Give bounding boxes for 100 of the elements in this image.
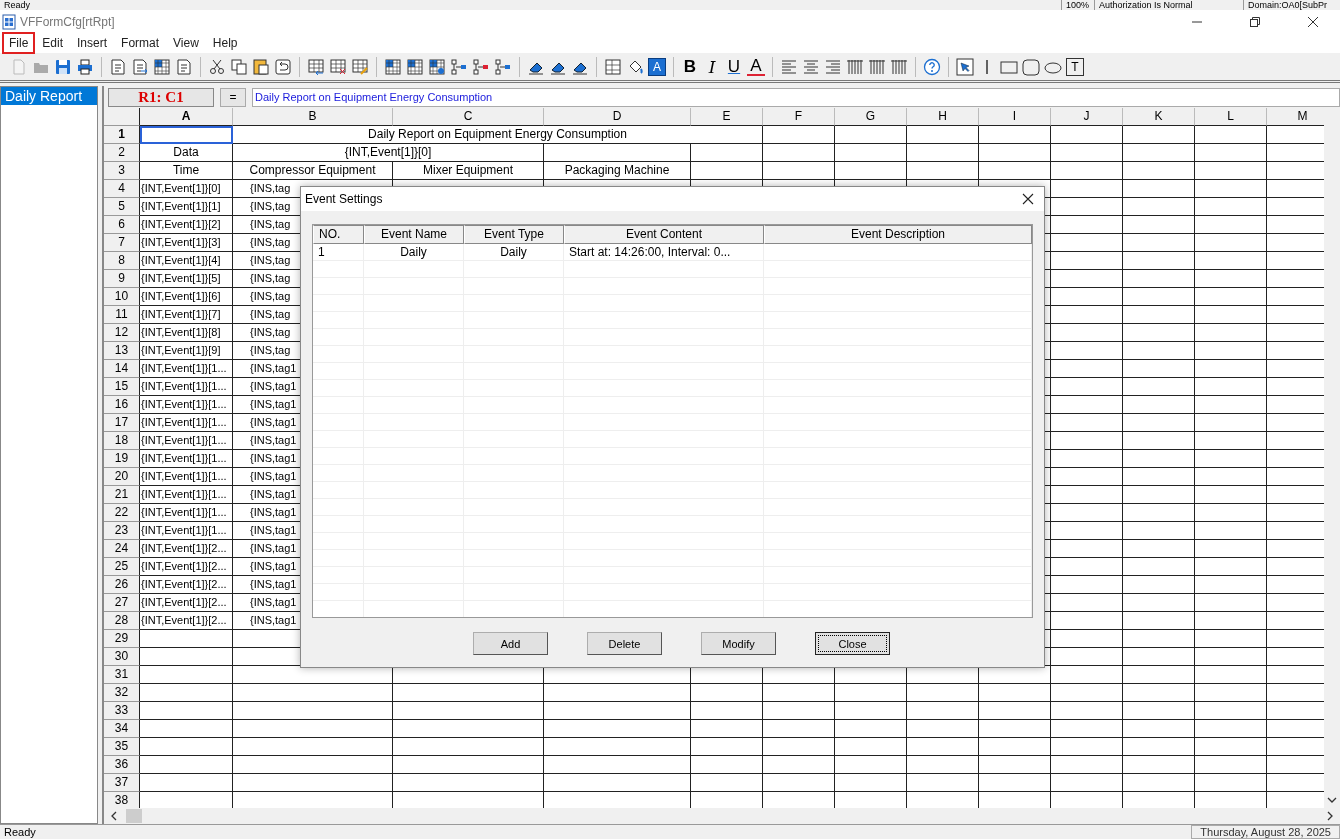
table-cell[interactable] [1123, 378, 1195, 396]
table-cell[interactable] [393, 774, 544, 792]
table-cell[interactable] [1123, 450, 1195, 468]
table-cell[interactable]: Mixer Equipment [393, 162, 544, 180]
table-cell[interactable] [1051, 594, 1123, 612]
table-cell[interactable] [763, 738, 835, 756]
column-header[interactable]: F [763, 108, 835, 126]
table-cell[interactable] [1123, 144, 1195, 162]
table-cell[interactable] [1123, 252, 1195, 270]
table-cell[interactable] [1051, 738, 1123, 756]
table-cell[interactable] [763, 162, 835, 180]
table-cell[interactable] [1123, 324, 1195, 342]
table-cell[interactable] [1195, 216, 1267, 234]
table-cell[interactable] [907, 774, 979, 792]
row-header[interactable]: 18 [104, 432, 140, 450]
table-cell[interactable] [1123, 540, 1195, 558]
align-center-icon[interactable] [802, 58, 820, 76]
table-cell[interactable] [233, 684, 393, 702]
print-icon[interactable] [76, 58, 94, 76]
table-cell[interactable] [907, 126, 979, 144]
table-cell[interactable]: {INT,Event[1]}[1] [140, 198, 233, 216]
row-header[interactable]: 12 [104, 324, 140, 342]
column-header[interactable]: D [544, 108, 691, 126]
table-cell[interactable] [1195, 648, 1267, 666]
table-cell[interactable]: {INT,Event[1]}[2... [140, 576, 233, 594]
close-icon[interactable] [1022, 193, 1034, 205]
table-cell[interactable] [1195, 468, 1267, 486]
row-header[interactable]: 17 [104, 414, 140, 432]
table-cell[interactable] [544, 144, 691, 162]
scroll-thumb[interactable] [126, 809, 142, 823]
table-cell[interactable] [979, 702, 1051, 720]
delete-row-icon[interactable] [329, 58, 347, 76]
table-cell[interactable] [979, 738, 1051, 756]
table-cell[interactable] [233, 738, 393, 756]
tree-icon[interactable] [494, 58, 512, 76]
table-cell[interactable] [1051, 558, 1123, 576]
column-header[interactable]: Event Description [764, 225, 1032, 244]
table-cell[interactable] [1051, 306, 1123, 324]
table-cell[interactable] [1195, 234, 1267, 252]
row-header[interactable]: 6 [104, 216, 140, 234]
table-cell[interactable] [835, 738, 907, 756]
table-cell[interactable] [140, 756, 233, 774]
table-cell[interactable] [835, 162, 907, 180]
table-cell[interactable] [835, 126, 907, 144]
table-cell[interactable]: Packaging Machine [544, 162, 691, 180]
row-header[interactable]: 30 [104, 648, 140, 666]
table-cell[interactable] [1123, 738, 1195, 756]
table-cell[interactable] [763, 144, 835, 162]
table-cell[interactable]: {INT,Event[1]}[1... [140, 504, 233, 522]
table-cell[interactable] [140, 648, 233, 666]
row-header[interactable]: 33 [104, 702, 140, 720]
table-cell[interactable] [1123, 648, 1195, 666]
bold-button[interactable]: B [681, 58, 699, 76]
row-header[interactable]: 13 [104, 342, 140, 360]
table-cell[interactable]: {INT,Event[1]}[0] [233, 144, 544, 162]
table-cell[interactable] [1051, 126, 1123, 144]
table-cell[interactable] [1051, 288, 1123, 306]
table-cell[interactable] [1195, 720, 1267, 738]
table-cell[interactable] [1051, 252, 1123, 270]
table-cell[interactable] [233, 774, 393, 792]
table-cell[interactable]: {INT,Event[1]}[1... [140, 450, 233, 468]
table-cell[interactable] [763, 684, 835, 702]
menu-item[interactable]: Edit [35, 32, 71, 54]
table-cell[interactable] [1051, 324, 1123, 342]
save-icon[interactable] [54, 58, 72, 76]
bars-wide-icon[interactable] [868, 58, 886, 76]
export-document-icon[interactable] [131, 58, 149, 76]
column-header[interactable]: B [233, 108, 393, 126]
table-cell[interactable] [1195, 162, 1267, 180]
table-cell[interactable] [393, 702, 544, 720]
formula-field[interactable]: Daily Report on Equipment Energy Consumption [252, 87, 1340, 107]
table-cell[interactable] [140, 666, 233, 684]
menu-item[interactable]: Insert [70, 32, 115, 54]
table-cell[interactable] [1051, 486, 1123, 504]
table-cell[interactable]: Time [140, 162, 233, 180]
table-cell[interactable] [1195, 144, 1267, 162]
table-cell[interactable] [979, 720, 1051, 738]
table-cell[interactable] [1123, 162, 1195, 180]
table-cell[interactable] [1195, 180, 1267, 198]
table-cell[interactable]: Daily Report on Equipment Energy Consumption [233, 126, 763, 144]
grid-icon[interactable] [406, 58, 424, 76]
table-cell[interactable] [1195, 612, 1267, 630]
table-cell[interactable] [1123, 342, 1195, 360]
branch-arrow-icon[interactable] [472, 58, 490, 76]
table-cell[interactable] [1051, 414, 1123, 432]
table-cell[interactable] [140, 684, 233, 702]
row-header[interactable]: 28 [104, 612, 140, 630]
table-cell[interactable] [140, 630, 233, 648]
table-cell[interactable] [1195, 594, 1267, 612]
merge-grid-icon[interactable] [384, 58, 402, 76]
table-cell[interactable] [544, 756, 691, 774]
table-cell[interactable]: {INT,Event[1]}[1... [140, 432, 233, 450]
table-cell[interactable] [1195, 486, 1267, 504]
row-header[interactable]: 3 [104, 162, 140, 180]
table-cell[interactable] [907, 756, 979, 774]
branch-icon[interactable] [450, 58, 468, 76]
table-cell[interactable] [1195, 558, 1267, 576]
row-header[interactable]: 10 [104, 288, 140, 306]
table-cell[interactable]: {INT,Event[1]}[2... [140, 558, 233, 576]
table-cell[interactable] [1051, 666, 1123, 684]
